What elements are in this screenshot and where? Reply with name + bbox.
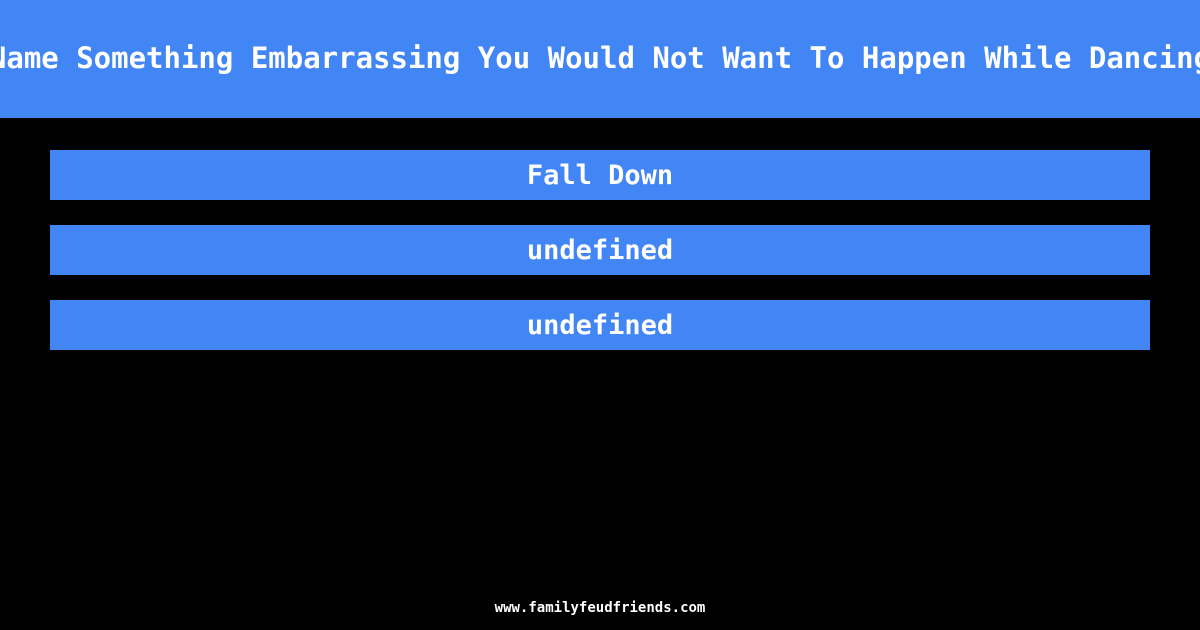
answer-row[interactable]: Fall Down	[50, 150, 1150, 200]
question-text: Name Something Embarrassing You Would No…	[0, 41, 1200, 76]
answer-label: Fall Down	[526, 159, 674, 191]
site-url: www.familyfeudfriends.com	[494, 600, 706, 616]
survey-answer-card: Name Something Embarrassing You Would No…	[0, 0, 1200, 630]
answer-label: undefined	[526, 309, 674, 341]
footer: www.familyfeudfriends.com	[0, 597, 1200, 618]
answer-label: undefined	[526, 234, 674, 266]
answer-row[interactable]: undefined	[50, 225, 1150, 275]
answers-list: Fall Down undefined undefined	[50, 150, 1150, 350]
question-header: Name Something Embarrassing You Would No…	[0, 0, 1200, 118]
answer-row[interactable]: undefined	[50, 300, 1150, 350]
